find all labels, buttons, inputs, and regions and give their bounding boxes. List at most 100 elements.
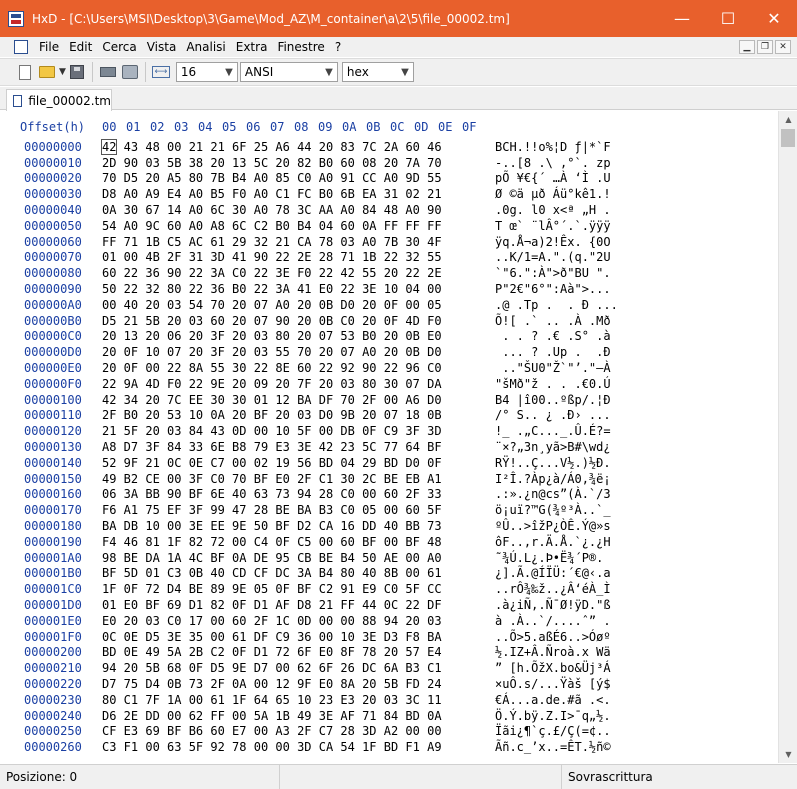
row-ascii[interactable]: ” [h.ÕžX.bo&Üj³Á	[495, 661, 611, 675]
row-ascii[interactable]: ..rÔ¾‰ž..¿Â‘éÀ_Ì	[495, 582, 611, 596]
hex-row[interactable]: 00000070 01 00 4B 2F 31 3D 41 90 22 2E 28…	[24, 250, 618, 266]
row-ascii[interactable]: .."ŠU0"Ž`"’."–À	[495, 361, 610, 375]
row-ascii[interactable]: ôF..‚r.Ä.Å.`¿.¿H	[495, 535, 611, 549]
menu-analisi[interactable]: Analisi	[181, 40, 230, 54]
row-bytes[interactable]: 54 A0 9C 60 A0 A8 6C C2 B0 B4 04 60 0A F…	[102, 219, 495, 233]
save-button[interactable]	[66, 61, 88, 83]
row-bytes[interactable]: 98 BE DA 1A 4C BF 0A DE 95 CB BE B4 50 A…	[102, 551, 495, 565]
row-ascii[interactable]: .:».¿n@cs”(À.`/3	[495, 487, 611, 501]
menu-finestre[interactable]: Finestre	[272, 40, 329, 54]
hex-row[interactable]: 00000210 94 20 5B 68 0F D5 9E D7 00 62 6F…	[24, 660, 618, 676]
row-bytes-rest[interactable]: 43 48 00 21 21 6F 25 A6 44 20 83 7C 2A 6…	[116, 140, 442, 154]
row-ascii[interactable]: .0g. l0 x<ª „H .	[495, 203, 611, 217]
open-dropdown-icon[interactable]: ▼	[59, 67, 66, 77]
row-ascii[interactable]: ..Õ>5.aßÉ6..>Óøº	[495, 630, 611, 644]
row-bytes[interactable]: 42 43 48 00 21 21 6F 25 A6 44 20 83 7C 2…	[100, 138, 495, 155]
new-file-button[interactable]	[14, 61, 36, 83]
row-bytes[interactable]: A8 D7 3F 84 33 6E B8 79 E3 3E 42 23 5C 7…	[102, 440, 495, 454]
open-file-button[interactable]	[36, 61, 58, 83]
row-ascii[interactable]: T œ` ¨lÂ°´.`.ÿÿÿ	[495, 219, 611, 233]
menu-extra[interactable]: Extra	[231, 40, 273, 54]
hex-row[interactable]: 00000100 42 34 20 7C EE 30 30 01 12 BA DF…	[24, 392, 618, 408]
row-bytes[interactable]: F4 46 81 1F 82 72 00 C4 0F C5 00 60 BF 0…	[102, 535, 495, 549]
row-ascii[interactable]: ¨×?„3n¸yã>B#\wd¿	[495, 440, 611, 454]
charset-select[interactable]: ANSI ▼	[239, 62, 338, 82]
mdi-close-icon[interactable]: ✕	[775, 40, 791, 54]
hex-row[interactable]: 00000240 D6 2E DD 00 62 FF 00 5A 1B 49 3E…	[24, 708, 618, 724]
hex-row[interactable]: 00000090 50 22 32 80 22 36 B0 22 3A 41 E0…	[24, 281, 618, 297]
hex-row[interactable]: 00000220 D7 75 D4 0B 73 2F 0A 00 12 9F E0…	[24, 676, 618, 692]
row-bytes[interactable]: FF 71 1B C5 AC 61 29 32 21 CA 78 03 A0 7…	[102, 235, 495, 249]
row-bytes[interactable]: 2D 90 03 5B 38 20 13 5C 20 82 B0 60 08 2…	[102, 156, 495, 170]
row-ascii[interactable]: P"2€"6°":Aà">...	[495, 282, 611, 296]
row-ascii[interactable]: Ö.Ý.bÿ.Z.I>¯q„½.	[495, 709, 611, 723]
hex-row[interactable]: 00000060 FF 71 1B C5 AC 61 29 32 21 CA 78…	[24, 234, 618, 250]
row-bytes[interactable]: 01 00 4B 2F 31 3D 41 90 22 2E 28 71 1B 2…	[102, 250, 495, 264]
row-ascii[interactable]: I²Î.?Àp¿à/Á0,¾ë¡	[495, 472, 611, 486]
row-ascii[interactable]: /° S.. ¿ .Ð› ...	[495, 408, 611, 422]
hex-row[interactable]: 00000110 2F B0 20 53 10 0A 20 BF 20 03 D0…	[24, 408, 618, 424]
hex-row[interactable]: 000000E0 20 0F 00 22 8A 55 30 22 8E 60 22…	[24, 360, 618, 376]
row-bytes[interactable]: 20 13 20 06 20 3F 20 03 80 20 07 53 B0 2…	[102, 329, 495, 343]
hex-row[interactable]: 00000160 06 3A BB 90 BF 6E 40 63 73 94 28…	[24, 487, 618, 503]
hex-row[interactable]: 00000050 54 A0 9C 60 A0 A8 6C C2 B0 B4 04…	[24, 218, 618, 234]
row-bytes[interactable]: 2F B0 20 53 10 0A 20 BF 20 03 D0 9B 20 0…	[102, 408, 495, 422]
row-ascii[interactable]: ... ? .Up . .Ð	[495, 345, 610, 359]
row-ascii[interactable]: . . ? .€ .S° .à	[495, 329, 610, 343]
hex-row[interactable]: 000000A0 00 40 20 03 54 70 20 07 A0 20 0B…	[24, 297, 618, 313]
row-bytes[interactable]: BA DB 10 00 3E EE 9E 50 BF D2 CA 16 DD 4…	[102, 519, 495, 533]
menu-file[interactable]: File	[34, 40, 64, 54]
hex-row[interactable]: 00000230 80 C1 7F 1A 00 61 1F 64 65 10 23…	[24, 692, 618, 708]
row-bytes[interactable]: 06 3A BB 90 BF 6E 40 63 73 94 28 C0 00 6…	[102, 487, 495, 501]
row-bytes[interactable]: F6 A1 75 EF 3F 99 47 28 BE BA B3 C0 05 0…	[102, 503, 495, 517]
row-ascii[interactable]: €Á...a.de.#ã .<.	[495, 693, 611, 707]
hex-row[interactable]: 00000170 F6 A1 75 EF 3F 99 47 28 BE BA B3…	[24, 502, 618, 518]
scroll-up-icon[interactable]: ▲	[779, 111, 797, 128]
hex-editor[interactable]: Offset(h) 00 01 02 03 04 05 06 07 08 09 0A 0B 0C 0D 0E…	[0, 111, 778, 763]
open-disk-button[interactable]	[119, 61, 141, 83]
mdi-restore-icon[interactable]: ❐	[757, 40, 773, 54]
row-bytes[interactable]: E0 20 03 C0 17 00 60 2F 1C 0D 00 00 88 9…	[102, 614, 495, 628]
menu-edit[interactable]: Edit	[64, 40, 97, 54]
row-bytes[interactable]: C3 F1 00 63 5F 92 78 00 00 3D CA 54 1F B…	[102, 740, 495, 754]
row-bytes[interactable]: 60 22 36 90 22 3A C0 22 3E F0 22 42 55 2…	[102, 266, 495, 280]
row-ascii[interactable]: Ïãi¿¶`ç.£/Ç(=¢..	[495, 724, 611, 738]
row-ascii[interactable]: -..[8 .\ ‚°`. zp	[495, 156, 611, 170]
offset-base-select[interactable]: hex ▼	[341, 62, 414, 82]
maximize-button[interactable]: ☐	[705, 0, 751, 37]
row-ascii[interactable]: pÕ ¥€{´ …À ‘Ì .U	[495, 171, 611, 185]
bytes-per-row-select[interactable]: 16 ▼	[175, 62, 238, 82]
row-bytes[interactable]: 0C 0E D5 3E 35 00 61 DF C9 36 00 10 3E D…	[102, 630, 495, 644]
row-bytes[interactable]: 80 C1 7F 1A 00 61 1F 64 65 10 23 E3 20 0…	[102, 693, 495, 707]
row-bytes[interactable]: 42 34 20 7C EE 30 30 01 12 BA DF 70 2F 0…	[102, 393, 495, 407]
cursor-byte[interactable]: 42	[100, 138, 118, 155]
row-ascii[interactable]: "šMð"ž . . .€0.Ú	[495, 377, 611, 391]
hex-row[interactable]: 00000010 2D 90 03 5B 38 20 13 5C 20 82 B0…	[24, 155, 618, 171]
row-ascii[interactable]: RŸ!..Ç...V½.)½Ð.	[495, 456, 611, 470]
row-bytes[interactable]: 1F 0F 72 D4 BE 89 9E 05 0F BF C2 91 E9 C…	[102, 582, 495, 596]
row-bytes[interactable]: 20 0F 10 07 20 3F 20 03 55 70 20 07 A0 2…	[102, 345, 495, 359]
scroll-thumb[interactable]	[781, 129, 795, 147]
row-ascii[interactable]: BCH.!!o%¦D ƒ|*`F	[495, 140, 611, 154]
row-ascii[interactable]: B4 |î00..ºßp/.¦Ð	[495, 393, 611, 407]
hex-row[interactable]: 00000140 52 9F 21 0C 0E C7 00 02 19 56 BD…	[24, 455, 618, 471]
row-bytes[interactable]: D7 75 D4 0B 73 2F 0A 00 12 9F E0 8A 20 5…	[102, 677, 495, 691]
row-bytes[interactable]: 70 D5 20 A5 80 7B B4 A0 85 C0 A0 91 CC A…	[102, 171, 495, 185]
row-bytes[interactable]: CF E3 69 BF B6 60 E7 00 A3 2F C7 28 3D A…	[102, 724, 495, 738]
hex-row[interactable]: 00000040 0A 30 67 14 A0 6C 30 A0 78 3C AA…	[24, 202, 618, 218]
row-bytes[interactable]: BD 0E 49 5A 2B C2 0F D1 72 6F E0 8F 78 2…	[102, 645, 495, 659]
row-ascii[interactable]: ö¡uï?™G(¾º³À..`_	[495, 503, 611, 517]
row-ascii[interactable]: ..K/1=A.".(q."2U	[495, 250, 611, 264]
hex-row[interactable]: 000001F0 0C 0E D5 3E 35 00 61 DF C9 36 00…	[24, 629, 618, 645]
row-ascii[interactable]: !_ .„C..._.Û.É?=	[495, 424, 611, 438]
row-bytes[interactable]: 52 9F 21 0C 0E C7 00 02 19 56 BD 04 29 B…	[102, 456, 495, 470]
hex-row[interactable]: 00000260 C3 F1 00 63 5F 92 78 00 00 3D CA…	[24, 739, 618, 755]
row-bytes[interactable]: 21 5F 20 03 84 43 0D 00 10 5F 00 DB 0F C…	[102, 424, 495, 438]
hex-row[interactable]: 000000D0 20 0F 10 07 20 3F 20 03 55 70 20…	[24, 344, 618, 360]
mdi-minimize-icon[interactable]: ▁	[739, 40, 755, 54]
hex-row[interactable]: 000001C0 1F 0F 72 D4 BE 89 9E 05 0F BF C2…	[24, 581, 618, 597]
hex-row[interactable]: 00000190 F4 46 81 1F 82 72 00 C4 0F C5 00…	[24, 534, 618, 550]
hex-row[interactable]: 00000000 42 43 48 00 21 21 6F 25 A6 44 20…	[24, 138, 618, 155]
row-ascii[interactable]: ¿].Ã.@ÍÏÜ:´€@‹.a	[495, 566, 611, 580]
hex-row[interactable]: 00000200 BD 0E 49 5A 2B C2 0F D1 72 6F E0…	[24, 645, 618, 661]
